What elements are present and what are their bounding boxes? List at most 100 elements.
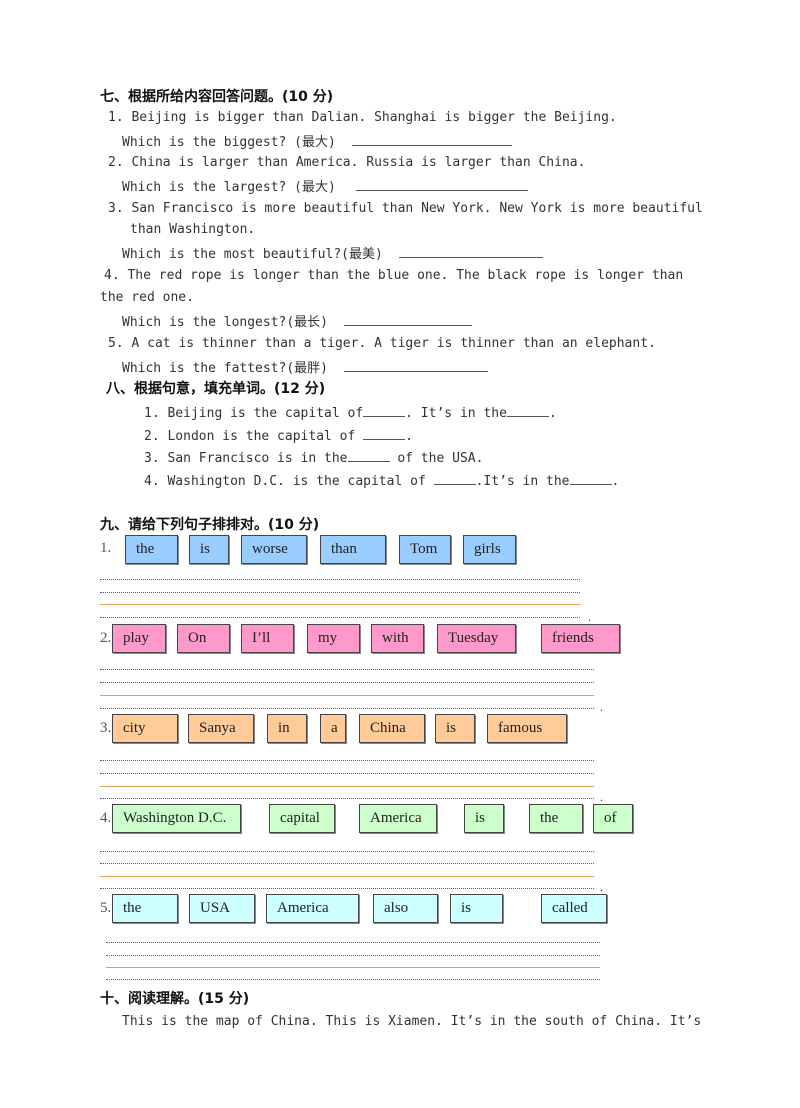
word-box[interactable]: friends — [541, 624, 620, 653]
q7-3-statement-cont: than Washington. — [130, 222, 256, 237]
q8-4-text-a: Washington D.C. is the capital of — [167, 474, 434, 489]
q8-1-text-a: Beijing is the capital of — [167, 406, 364, 421]
q8-3-number: 3. — [144, 451, 160, 466]
q7-5-question-row: Which is the fattest?(最胖) — [122, 357, 488, 376]
writing-line — [100, 669, 594, 670]
q7-5-answer-blank[interactable] — [343, 359, 488, 372]
q8-1-number: 1. — [144, 406, 160, 421]
q8-3-blank-1[interactable] — [347, 449, 390, 462]
writing-line — [100, 851, 594, 852]
q7-4-statement-cont: the red one. — [100, 290, 194, 305]
word-box[interactable]: is — [450, 894, 503, 923]
writing-line — [100, 682, 594, 683]
word-box[interactable]: On — [177, 624, 230, 653]
word-box[interactable]: Sanya — [188, 714, 254, 743]
q8-3: 3. San Francisco is in the of the USA. — [144, 449, 483, 466]
word-box[interactable]: China — [359, 714, 425, 743]
word-box[interactable]: called — [541, 894, 607, 923]
writing-line — [100, 798, 594, 799]
writing-baseline — [106, 967, 600, 968]
word-box[interactable]: Washington D.C. — [112, 804, 241, 833]
q7-4-question-row: Which is the longest?(最长) — [122, 311, 472, 330]
q7-4-answer-blank[interactable] — [343, 313, 472, 326]
reading-passage: This is the map of China. This is Xiamen… — [122, 1014, 702, 1029]
group-2-number: 2. — [100, 630, 112, 646]
q7-2-question-row: Which is the largest? (最大) — [122, 176, 528, 195]
q7-3-answer-blank[interactable] — [398, 245, 543, 258]
q7-4-statement: 4. The red rope is longer than the blue … — [104, 268, 684, 283]
word-box[interactable]: than — [320, 535, 386, 564]
period-mark: . — [588, 610, 591, 624]
q7-2-statement: 2. China is larger than America. Russia … — [108, 155, 586, 170]
word-box[interactable]: capital — [269, 804, 335, 833]
q8-2-blank-1[interactable] — [363, 427, 406, 440]
q7-2-answer-blank[interactable] — [355, 178, 528, 191]
q8-1-blank-1[interactable] — [363, 404, 406, 417]
q8-1-text-b: . It’s in the — [405, 406, 507, 421]
period-mark: . — [600, 790, 603, 804]
q8-4-blank-1[interactable] — [433, 472, 476, 485]
q8-4-blank-2[interactable] — [569, 472, 612, 485]
q8-1: 1. Beijing is the capital of . It’s in th… — [144, 404, 557, 421]
q7-4-question: Which is the longest?(最长) — [122, 315, 329, 330]
q8-4-text-c: . — [611, 474, 620, 489]
word-box[interactable]: worse — [241, 535, 307, 564]
q7-3-statement: 3. San Francisco is more beautiful than … — [108, 201, 703, 216]
q8-2-number: 2. — [144, 429, 160, 444]
writing-line — [100, 617, 580, 618]
word-box[interactable]: famous — [487, 714, 567, 743]
writing-line — [106, 955, 600, 956]
writing-baseline — [100, 786, 594, 787]
word-box[interactable]: the — [112, 894, 178, 923]
word-box[interactable]: girls — [463, 535, 516, 564]
q7-3-question: Which is the most beautiful?(最美) — [122, 247, 383, 262]
q8-2-text-b: . — [405, 429, 413, 444]
word-box[interactable]: is — [435, 714, 475, 743]
word-box[interactable]: America — [266, 894, 359, 923]
word-box[interactable]: the — [125, 535, 178, 564]
writing-line — [100, 579, 580, 580]
q8-4-text-b: .It’s in the — [475, 474, 570, 489]
q7-5-statement: 5. A cat is thinner than a tiger. A tige… — [108, 336, 656, 351]
word-box[interactable]: of — [593, 804, 633, 833]
q8-1-text-c: . — [548, 406, 557, 421]
word-box[interactable]: is — [464, 804, 504, 833]
q8-4: 4. Washington D.C. is the capital of .It… — [144, 472, 619, 489]
word-box[interactable]: with — [371, 624, 424, 653]
group-1-number: 1. — [100, 540, 112, 556]
word-box[interactable]: a — [320, 714, 346, 743]
word-box[interactable]: the — [529, 804, 583, 833]
word-box[interactable]: I’ll — [241, 624, 294, 653]
q8-1-blank-2[interactable] — [506, 404, 549, 417]
q7-1-answer-blank[interactable] — [351, 133, 512, 146]
word-box[interactable]: play — [112, 624, 166, 653]
q8-4-number: 4. — [144, 474, 160, 489]
q8-3-text-a: San Francisco is in the — [167, 451, 348, 466]
q7-3-question-row: Which is the most beautiful?(最美) — [122, 243, 543, 262]
word-box[interactable]: Tuesday — [437, 624, 516, 653]
word-box[interactable]: city — [112, 714, 178, 743]
word-box[interactable]: America — [359, 804, 437, 833]
writing-line — [106, 942, 600, 943]
word-box[interactable]: is — [189, 535, 229, 564]
writing-line — [100, 773, 594, 774]
writing-line — [100, 863, 594, 864]
word-box[interactable]: USA — [189, 894, 255, 923]
writing-line — [100, 592, 580, 593]
word-box[interactable]: Tom — [399, 535, 451, 564]
q8-2: 2. London is the capital of . — [144, 427, 413, 444]
q8-3-text-b: of the USA. — [389, 451, 484, 466]
q7-2-question: Which is the largest? (最大) — [122, 180, 336, 195]
writing-line — [100, 888, 594, 889]
period-mark: . — [600, 700, 603, 714]
writing-baseline — [100, 695, 594, 696]
group-3-number: 3. — [100, 720, 112, 736]
section-7-heading: 七、根据所给内容回答问题。(10 分) — [100, 89, 334, 105]
writing-line — [106, 979, 600, 980]
writing-baseline — [100, 876, 594, 877]
period-mark: . — [600, 880, 603, 894]
word-box[interactable]: in — [267, 714, 307, 743]
word-box[interactable]: my — [307, 624, 360, 653]
word-box[interactable]: also — [373, 894, 438, 923]
writing-line — [100, 708, 594, 709]
